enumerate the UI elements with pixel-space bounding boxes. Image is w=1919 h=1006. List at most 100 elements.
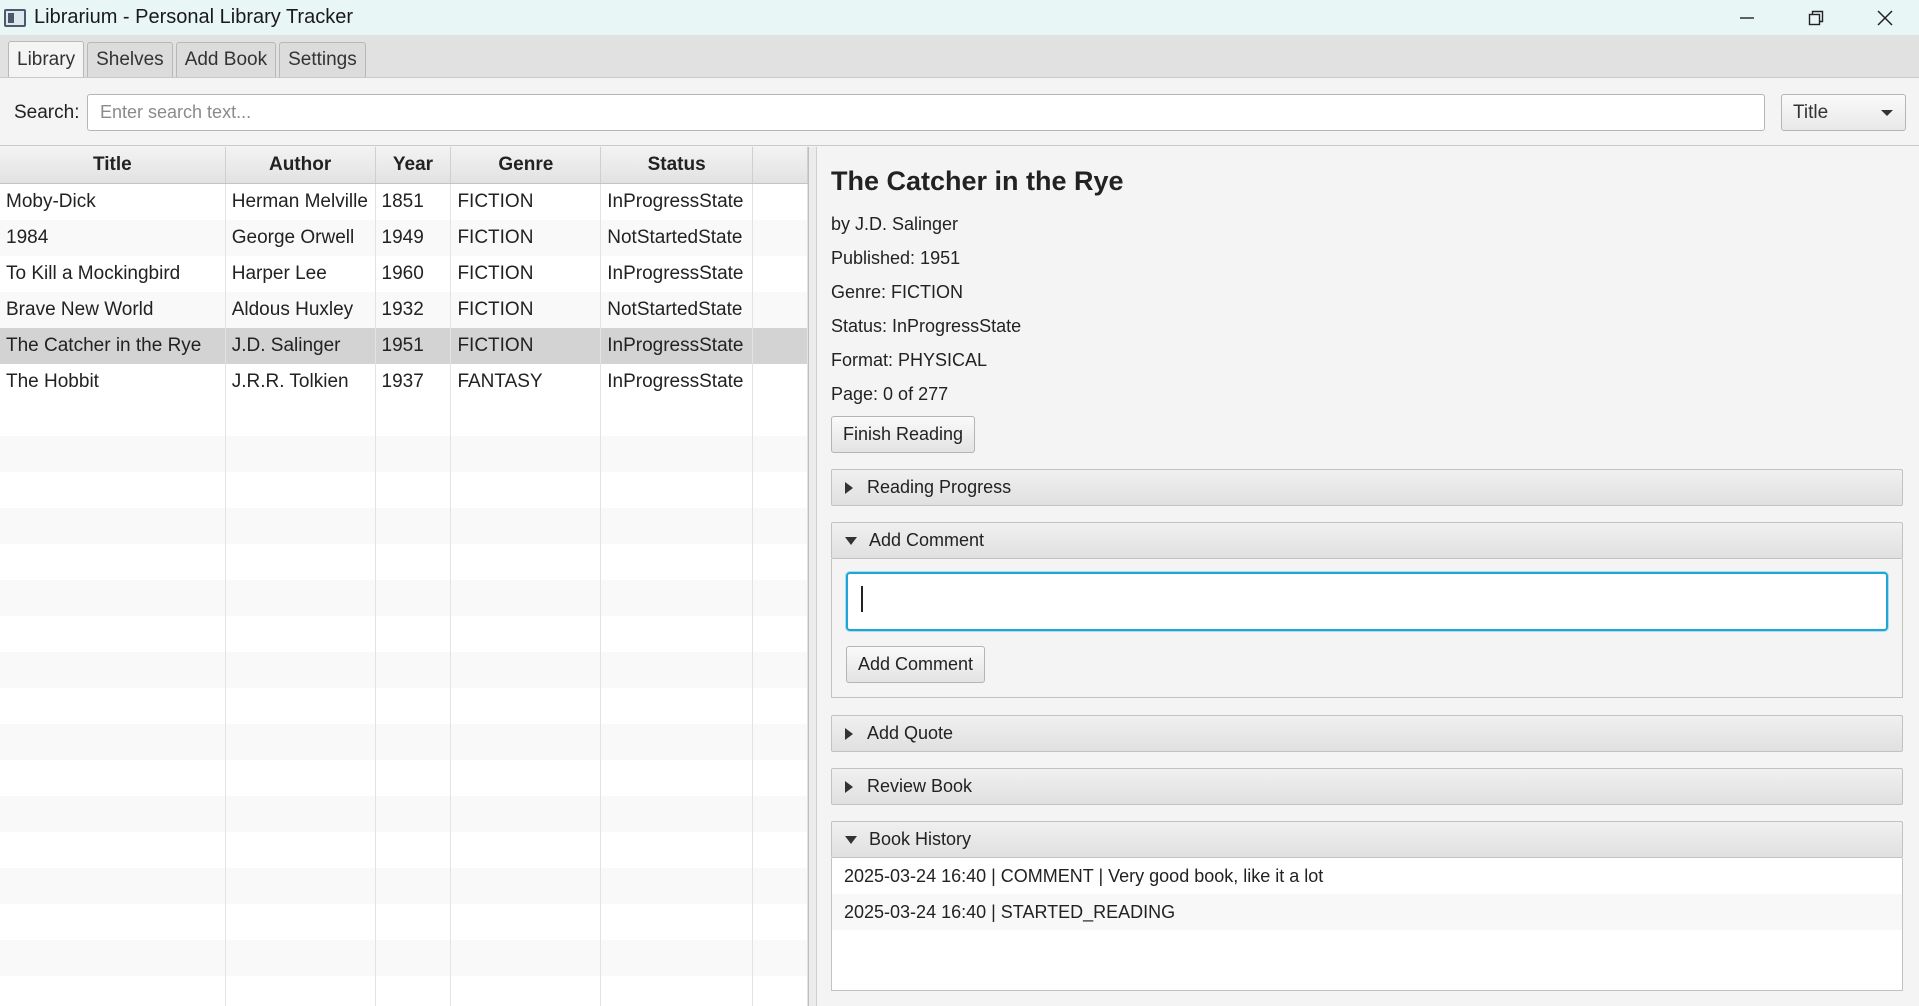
column-header-status[interactable]: Status	[601, 147, 754, 183]
cell-year: 1951	[376, 328, 452, 364]
column-header-genre[interactable]: Genre	[451, 147, 602, 183]
history-list[interactable]: 2025-03-24 16:40 | COMMENT | Very good b…	[831, 858, 1903, 991]
review-book-panel: Review Book	[831, 768, 1903, 805]
column-header-filler	[753, 147, 808, 183]
book-history-header[interactable]: Book History	[831, 821, 1903, 858]
column-header-author[interactable]: Author	[226, 147, 376, 183]
window-title: Librarium - Personal Library Tracker	[34, 6, 353, 28]
cell-author: Herman Melville	[226, 184, 376, 220]
close-button[interactable]	[1850, 0, 1919, 35]
table-row[interactable]: Moby-Dick Herman Melville 1851 FICTION I…	[0, 184, 808, 220]
cell-filler	[753, 220, 808, 256]
empty-cell	[226, 796, 376, 832]
table-row[interactable]: Brave New World Aldous Huxley 1932 FICTI…	[0, 292, 808, 328]
empty-cell	[0, 724, 226, 760]
empty-cell	[226, 652, 376, 688]
collapse-arrow-icon	[845, 835, 857, 844]
window-controls	[1712, 0, 1919, 35]
tab-shelves[interactable]: Shelves	[87, 42, 173, 77]
book-status: Status: InProgressState	[831, 316, 1022, 336]
empty-cell	[753, 652, 808, 688]
add-quote-header[interactable]: Add Quote	[831, 715, 1903, 752]
cell-status: InProgressState	[601, 328, 754, 364]
tab-library[interactable]: Library	[8, 41, 85, 77]
empty-cell	[753, 544, 808, 580]
empty-cell	[601, 832, 754, 868]
empty-cell	[226, 868, 376, 904]
review-book-header[interactable]: Review Book	[831, 768, 1903, 805]
add-comment-label: Add Comment	[869, 530, 985, 550]
cell-filler	[753, 364, 808, 400]
app-icon	[4, 8, 26, 27]
empty-cell	[753, 724, 808, 760]
restore-button[interactable]	[1781, 0, 1850, 35]
expand-arrow-icon	[845, 481, 853, 494]
empty-table-row	[0, 472, 808, 508]
empty-cell	[451, 400, 602, 436]
reading-progress-header[interactable]: Reading Progress	[831, 469, 1903, 506]
column-header-title[interactable]: Title	[0, 147, 226, 183]
table-row[interactable]: 1984 George Orwell 1949 FICTION NotStart…	[0, 220, 808, 256]
cell-author: Aldous Huxley	[226, 292, 376, 328]
empty-cell	[753, 580, 808, 616]
empty-cell	[601, 724, 754, 760]
empty-cell	[601, 868, 754, 904]
minimize-button[interactable]	[1712, 0, 1781, 35]
empty-cell	[451, 580, 602, 616]
empty-cell	[226, 940, 376, 976]
cell-status: InProgressState	[601, 184, 754, 220]
cell-author: J.D. Salinger	[226, 328, 376, 364]
chevron-down-icon	[1881, 110, 1893, 116]
tab-add-book[interactable]: Add Book	[175, 42, 277, 77]
empty-cell	[753, 868, 808, 904]
empty-table-row	[0, 652, 808, 688]
empty-cell	[451, 688, 602, 724]
empty-cell	[226, 832, 376, 868]
column-header-year[interactable]: Year	[376, 147, 452, 183]
empty-cell	[0, 688, 226, 724]
comment-input[interactable]	[846, 572, 1888, 631]
table-row[interactable]: The Hobbit J.R.R. Tolkien 1937 FANTASY I…	[0, 364, 808, 400]
empty-cell	[451, 472, 602, 508]
finish-reading-button[interactable]: Finish Reading	[831, 416, 976, 453]
empty-cell	[376, 724, 452, 760]
empty-table-row	[0, 544, 808, 580]
empty-cell	[601, 940, 754, 976]
empty-cell	[451, 976, 602, 1006]
book-author: by J.D. Salinger	[831, 214, 959, 234]
empty-cell	[0, 760, 226, 796]
book-detail-pane: The Catcher in the Rye by J.D. Salinger …	[818, 147, 1919, 1006]
empty-cell	[753, 760, 808, 796]
empty-cell	[0, 976, 226, 1006]
cell-status: InProgressState	[601, 256, 754, 292]
table-row[interactable]: To Kill a Mockingbird Harper Lee 1960 FI…	[0, 256, 808, 292]
empty-cell	[0, 832, 226, 868]
minimize-icon	[1739, 16, 1754, 19]
empty-table-row	[0, 976, 808, 1006]
history-item[interactable]: 2025-03-24 16:40 | COMMENT | Very good b…	[832, 858, 1902, 894]
add-comment-header[interactable]: Add Comment	[831, 522, 1903, 559]
add-comment-content: Add Comment	[831, 559, 1903, 698]
search-field-select[interactable]: Title	[1781, 94, 1906, 131]
empty-table-row	[0, 580, 808, 616]
book-published: Published: 1951	[831, 248, 961, 268]
add-comment-button[interactable]: Add Comment	[846, 646, 986, 683]
empty-cell	[226, 688, 376, 724]
empty-cell	[376, 796, 452, 832]
empty-cell	[376, 688, 452, 724]
window-titlebar: Librarium - Personal Library Tracker	[0, 0, 1919, 35]
collapse-arrow-icon	[845, 536, 857, 545]
empty-cell	[226, 616, 376, 652]
add-quote-panel: Add Quote	[831, 715, 1903, 752]
empty-cell	[753, 832, 808, 868]
history-item[interactable]: 2025-03-24 16:40 | STARTED_READING	[832, 894, 1902, 930]
cell-status: InProgressState	[601, 364, 754, 400]
search-input[interactable]	[87, 94, 1765, 131]
tab-settings[interactable]: Settings	[279, 42, 366, 77]
empty-cell	[601, 616, 754, 652]
empty-cell	[226, 760, 376, 796]
book-table[interactable]: Title Author Year Genre Status Moby-Dick…	[0, 147, 809, 1006]
empty-cell	[0, 472, 226, 508]
split-pane-divider[interactable]	[809, 147, 817, 1006]
table-row-selected[interactable]: The Catcher in the Rye J.D. Salinger 195…	[0, 328, 808, 364]
